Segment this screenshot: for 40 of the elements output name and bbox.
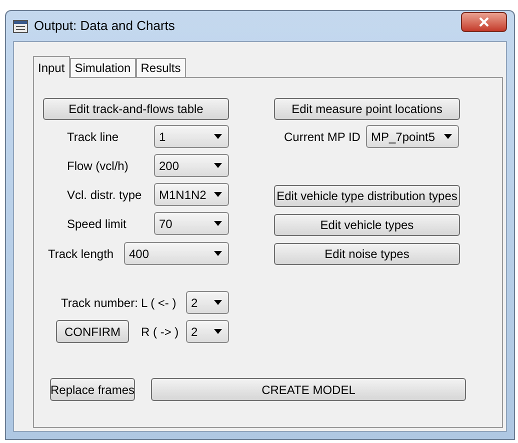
- direction-label: L ( <- ): [141, 294, 178, 312]
- close-icon: [479, 17, 489, 27]
- caret-icon: [214, 163, 222, 168]
- direction-label: R ( -> ): [141, 324, 180, 340]
- field-label: Flow (vcl/h): [67, 158, 130, 174]
- edit-button[interactable]: Edit track-and-flows table: [43, 98, 229, 120]
- caret-icon: [214, 329, 222, 334]
- dropdown[interactable]: 2: [186, 320, 229, 343]
- edit-button[interactable]: Edit vehicle type distribution types: [274, 185, 460, 207]
- caret-icon: [214, 134, 222, 139]
- tab[interactable]: Simulation: [70, 58, 136, 77]
- track-number-label: Track number:: [61, 294, 139, 312]
- edit-button[interactable]: Edit noise types: [274, 243, 460, 265]
- field-label: Vcl. distr. type: [67, 186, 143, 204]
- dropdown[interactable]: MP_7point5: [366, 125, 459, 148]
- caret-icon: [444, 134, 452, 139]
- field-label: Speed limit: [67, 216, 128, 232]
- edit-button[interactable]: Edit vehicle types: [274, 214, 460, 236]
- caret-icon: [214, 221, 222, 226]
- dropdown[interactable]: 200: [154, 154, 229, 177]
- dropdown[interactable]: 2: [186, 291, 229, 314]
- create-model-button[interactable]: CREATE MODEL: [151, 378, 466, 401]
- close-button[interactable]: [461, 12, 507, 32]
- field-label: Track length: [48, 246, 115, 262]
- caret-icon: [214, 251, 222, 256]
- caret-icon: [214, 300, 222, 305]
- replace-frames-button[interactable]: Replace frames: [50, 378, 135, 401]
- dropdown[interactable]: M1N1N2: [154, 183, 229, 206]
- dropdown[interactable]: 70: [154, 212, 229, 235]
- dropdown[interactable]: 400: [124, 242, 229, 265]
- dropdown[interactable]: 1: [154, 125, 229, 148]
- field-label: Current MP ID: [284, 128, 362, 146]
- edit-button[interactable]: Edit measure point locations: [274, 98, 460, 120]
- window-title: Output: Data and Charts: [34, 17, 175, 36]
- field-label: Track line: [67, 128, 120, 146]
- tab[interactable]: Results: [136, 58, 186, 77]
- caret-icon: [214, 192, 222, 197]
- confirm-button[interactable]: CONFIRM: [56, 320, 129, 343]
- tab[interactable]: Input: [33, 56, 70, 78]
- window-icon: [13, 20, 28, 32]
